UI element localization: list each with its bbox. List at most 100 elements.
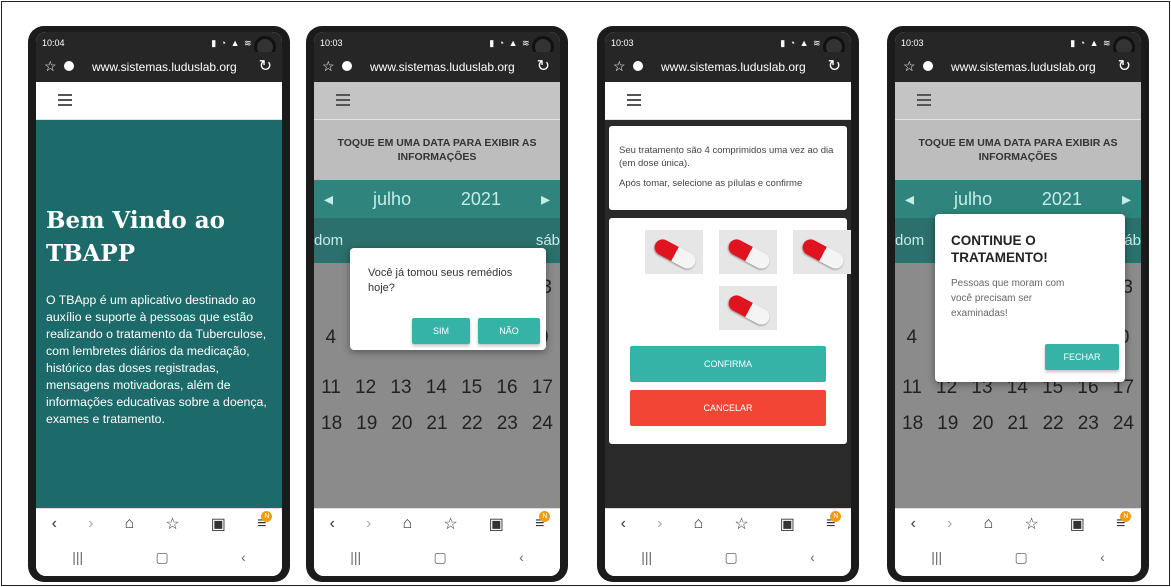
forward-icon[interactable]: › xyxy=(366,515,371,533)
weekday-first: dom xyxy=(314,232,344,249)
next-month-icon[interactable]: ▸ xyxy=(1122,189,1131,210)
menu-icon[interactable]: ≡ N xyxy=(535,510,551,533)
reload-icon[interactable]: ↻ xyxy=(1118,56,1131,76)
menu-icon[interactable]: ≡ N xyxy=(257,510,273,533)
system-back-icon[interactable]: ‹ xyxy=(810,549,815,565)
recents-icon[interactable]: ||| xyxy=(931,549,942,565)
calendar-day[interactable]: 20 xyxy=(391,413,412,435)
url-bar[interactable]: ☆ www.sistemas.luduslab.org ↻ xyxy=(36,52,282,82)
reload-icon[interactable]: ↻ xyxy=(259,56,272,76)
app-bar xyxy=(36,82,282,120)
calendar-day[interactable]: 18 xyxy=(321,413,342,435)
bookmark-star-icon[interactable]: ☆ xyxy=(443,514,457,534)
pill-3[interactable] xyxy=(793,230,851,274)
url-text[interactable]: www.sistemas.luduslab.org xyxy=(370,60,515,74)
bookmark-star-icon[interactable]: ☆ xyxy=(734,514,748,534)
calendar-day[interactable]: 16 xyxy=(496,377,517,399)
cancel-button[interactable]: CANCELAR xyxy=(630,390,826,426)
calendar-day[interactable]: 14 xyxy=(426,377,447,399)
calendar-day[interactable]: 23 xyxy=(1078,413,1099,435)
forward-icon[interactable]: › xyxy=(88,515,93,533)
pill-4[interactable] xyxy=(719,286,777,330)
calendar-day[interactable]: 21 xyxy=(426,413,447,435)
next-month-icon[interactable]: ▸ xyxy=(541,189,550,210)
reload-icon[interactable]: ↻ xyxy=(537,56,550,76)
tabs-icon[interactable]: ▣ xyxy=(1070,514,1085,534)
home-button-icon[interactable]: ▢ xyxy=(156,549,169,566)
home-icon[interactable]: ⌂ xyxy=(694,515,704,533)
prev-month-icon[interactable]: ◂ xyxy=(324,189,333,210)
system-back-icon[interactable]: ‹ xyxy=(241,549,246,565)
system-back-icon[interactable]: ‹ xyxy=(1100,549,1105,565)
back-icon[interactable]: ‹ xyxy=(911,515,916,533)
star-icon[interactable]: ☆ xyxy=(44,58,57,75)
calendar-day[interactable]: 24 xyxy=(1113,413,1134,435)
confirm-button[interactable]: CONFIRMA xyxy=(630,346,826,382)
url-text[interactable]: www.sistemas.luduslab.org xyxy=(951,60,1096,74)
calendar-day[interactable]: 17 xyxy=(532,377,553,399)
home-icon[interactable]: ⌂ xyxy=(403,515,413,533)
recents-icon[interactable]: ||| xyxy=(350,549,361,565)
calendar-day[interactable]: 24 xyxy=(532,413,553,435)
url-bar[interactable]: ☆ www.sistemas.luduslab.org ↻ xyxy=(605,52,851,82)
back-icon[interactable]: ‹ xyxy=(621,515,626,533)
reload-icon[interactable]: ↻ xyxy=(828,56,841,76)
star-icon[interactable]: ☆ xyxy=(613,58,626,75)
star-icon[interactable]: ☆ xyxy=(322,58,335,75)
url-bar[interactable]: ☆ www.sistemas.luduslab.org ↻ xyxy=(314,52,560,82)
calendar-day[interactable]: 18 xyxy=(902,413,923,435)
calendar-day[interactable]: 19 xyxy=(937,413,958,435)
pill-2[interactable] xyxy=(719,230,777,274)
menu-icon[interactable]: ≡ N xyxy=(1116,510,1132,533)
star-icon[interactable]: ☆ xyxy=(903,58,916,75)
calendar-day[interactable]: 4 xyxy=(907,327,918,349)
forward-icon[interactable]: › xyxy=(657,515,662,533)
hamburger-menu-icon[interactable] xyxy=(336,94,350,106)
bookmark-star-icon[interactable]: ☆ xyxy=(165,514,179,534)
calendar-day[interactable]: 21 xyxy=(1007,413,1028,435)
menu-icon[interactable]: ≡ N xyxy=(826,510,842,533)
calendar-day[interactable]: 11 xyxy=(902,377,922,399)
info-icon[interactable] xyxy=(342,61,352,71)
calendar-day[interactable]: 13 xyxy=(390,377,411,399)
tabs-icon[interactable]: ▣ xyxy=(780,514,795,534)
close-button[interactable]: FECHAR xyxy=(1045,344,1119,370)
home-button-icon[interactable]: ▢ xyxy=(725,549,738,566)
system-back-icon[interactable]: ‹ xyxy=(519,549,524,565)
home-icon[interactable]: ⌂ xyxy=(125,515,135,533)
tabs-icon[interactable]: ▣ xyxy=(211,514,226,534)
info-icon[interactable] xyxy=(923,61,933,71)
calendar-day[interactable]: 22 xyxy=(462,413,483,435)
app-bar xyxy=(605,82,851,120)
calendar-day[interactable]: 15 xyxy=(461,377,482,399)
url-text[interactable]: www.sistemas.luduslab.org xyxy=(92,60,237,74)
info-icon[interactable] xyxy=(633,61,643,71)
hamburger-menu-icon[interactable] xyxy=(627,94,641,106)
back-icon[interactable]: ‹ xyxy=(52,515,57,533)
prev-month-icon[interactable]: ◂ xyxy=(905,189,914,210)
calendar-day[interactable]: 4 xyxy=(326,327,337,349)
recents-icon[interactable]: ||| xyxy=(641,549,652,565)
home-button-icon[interactable]: ▢ xyxy=(1015,549,1028,566)
hamburger-menu-icon[interactable] xyxy=(917,94,931,106)
back-icon[interactable]: ‹ xyxy=(330,515,335,533)
calendar-day[interactable]: 19 xyxy=(356,413,377,435)
no-button[interactable]: NÃO xyxy=(478,318,540,344)
pill-1[interactable] xyxy=(645,230,703,274)
recents-icon[interactable]: ||| xyxy=(72,549,83,565)
calendar-day[interactable]: 11 xyxy=(321,377,341,399)
calendar-day[interactable]: 20 xyxy=(972,413,993,435)
yes-button[interactable]: SIM xyxy=(412,318,470,344)
info-icon[interactable] xyxy=(64,61,74,71)
forward-icon[interactable]: › xyxy=(947,515,952,533)
tabs-icon[interactable]: ▣ xyxy=(489,514,504,534)
url-bar[interactable]: ☆ www.sistemas.luduslab.org ↻ xyxy=(895,52,1141,82)
home-icon[interactable]: ⌂ xyxy=(984,515,994,533)
calendar-day[interactable]: 12 xyxy=(355,377,376,399)
bookmark-star-icon[interactable]: ☆ xyxy=(1024,514,1038,534)
url-text[interactable]: www.sistemas.luduslab.org xyxy=(661,60,806,74)
calendar-day[interactable]: 22 xyxy=(1043,413,1064,435)
calendar-day[interactable]: 23 xyxy=(497,413,518,435)
hamburger-menu-icon[interactable] xyxy=(58,94,72,106)
home-button-icon[interactable]: ▢ xyxy=(434,549,447,566)
